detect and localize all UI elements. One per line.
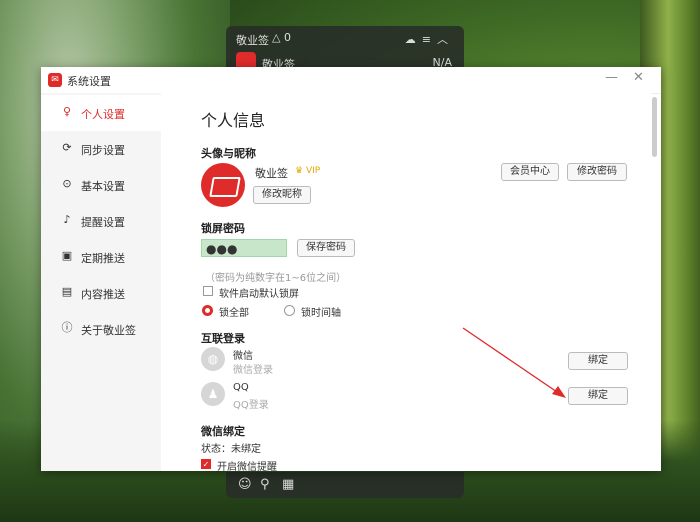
- annotation-arrow: [462, 327, 566, 398]
